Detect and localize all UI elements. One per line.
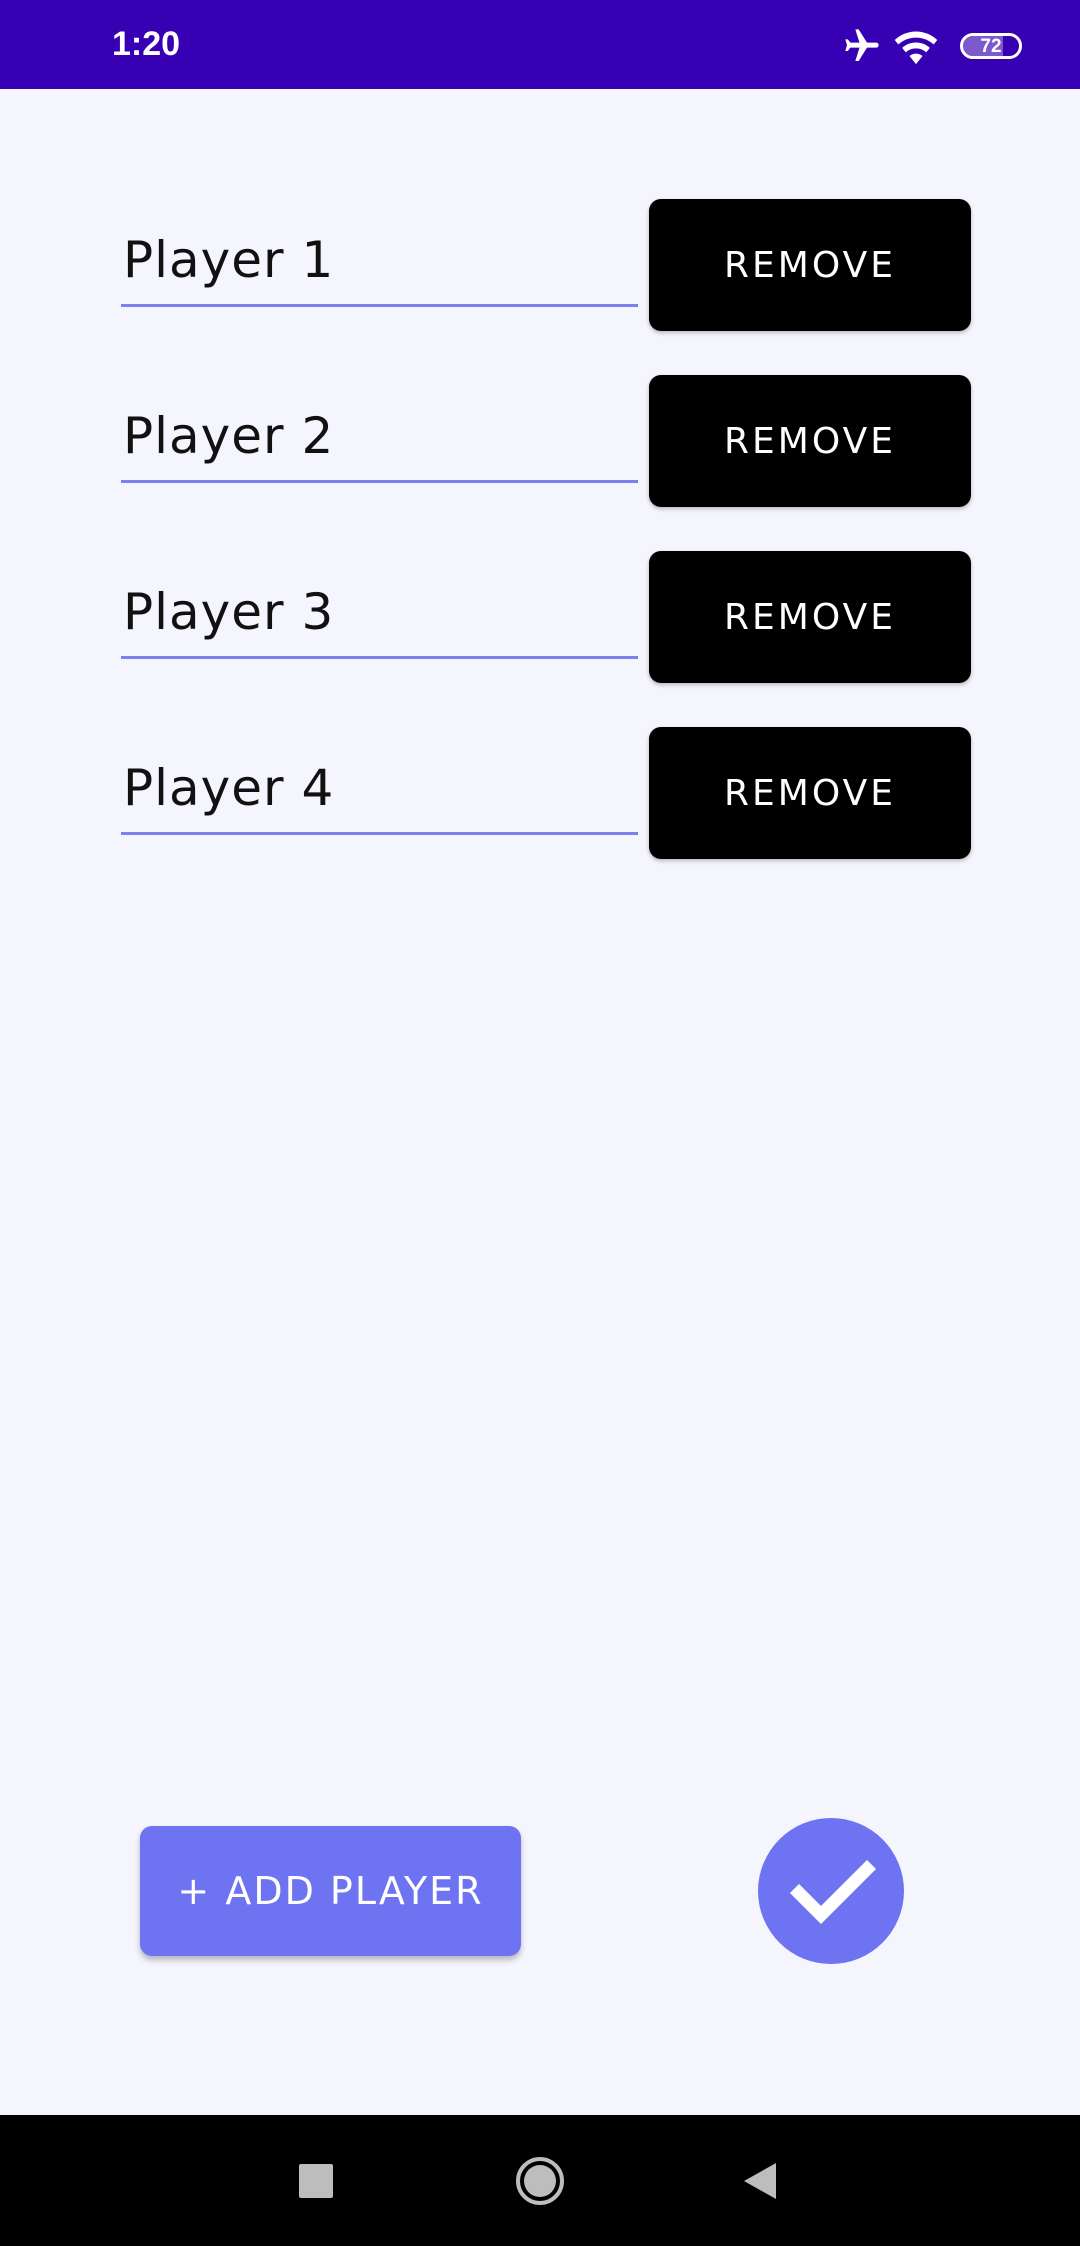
player-name-text: Player 4 <box>123 759 335 817</box>
player-row: Player 1 REMOVE <box>121 199 971 331</box>
remove-player-button[interactable]: REMOVE <box>649 199 971 331</box>
player-name-input[interactable]: Player 3 <box>121 551 638 659</box>
checkmark-icon <box>789 1859 877 1925</box>
player-row: Player 2 REMOVE <box>121 375 971 507</box>
player-row: Player 4 REMOVE <box>121 727 971 859</box>
player-row: Player 3 REMOVE <box>121 551 971 683</box>
remove-player-button[interactable]: REMOVE <box>649 727 971 859</box>
recent-apps-button[interactable] <box>276 2115 356 2246</box>
home-button[interactable] <box>500 2115 580 2246</box>
back-icon <box>744 2162 776 2199</box>
player-name-input[interactable]: Player 2 <box>121 375 638 483</box>
player-name-input[interactable]: Player 4 <box>121 727 638 835</box>
recent-apps-icon <box>299 2163 333 2198</box>
remove-player-button[interactable]: REMOVE <box>649 551 971 683</box>
confirm-button[interactable] <box>758 1818 904 1964</box>
remove-player-button[interactable]: REMOVE <box>649 375 971 507</box>
wifi-icon <box>894 31 938 65</box>
player-name-input[interactable]: Player 1 <box>121 199 638 307</box>
home-icon <box>516 2156 564 2205</box>
airplane-mode-icon <box>845 29 879 61</box>
battery-icon: 72 <box>960 33 1022 59</box>
navigation-bar <box>0 2115 1080 2246</box>
add-player-button[interactable]: + ADD PLAYER <box>140 1826 521 1956</box>
status-bar: 1:20 72 <box>0 0 1080 89</box>
battery-level: 72 <box>980 36 1002 57</box>
player-name-text: Player 3 <box>123 583 335 641</box>
status-time: 1:20 <box>112 25 181 63</box>
player-name-text: Player 1 <box>123 231 335 289</box>
player-name-text: Player 2 <box>123 407 335 465</box>
status-icons: 72 <box>842 26 1022 66</box>
back-button[interactable] <box>720 2115 800 2246</box>
